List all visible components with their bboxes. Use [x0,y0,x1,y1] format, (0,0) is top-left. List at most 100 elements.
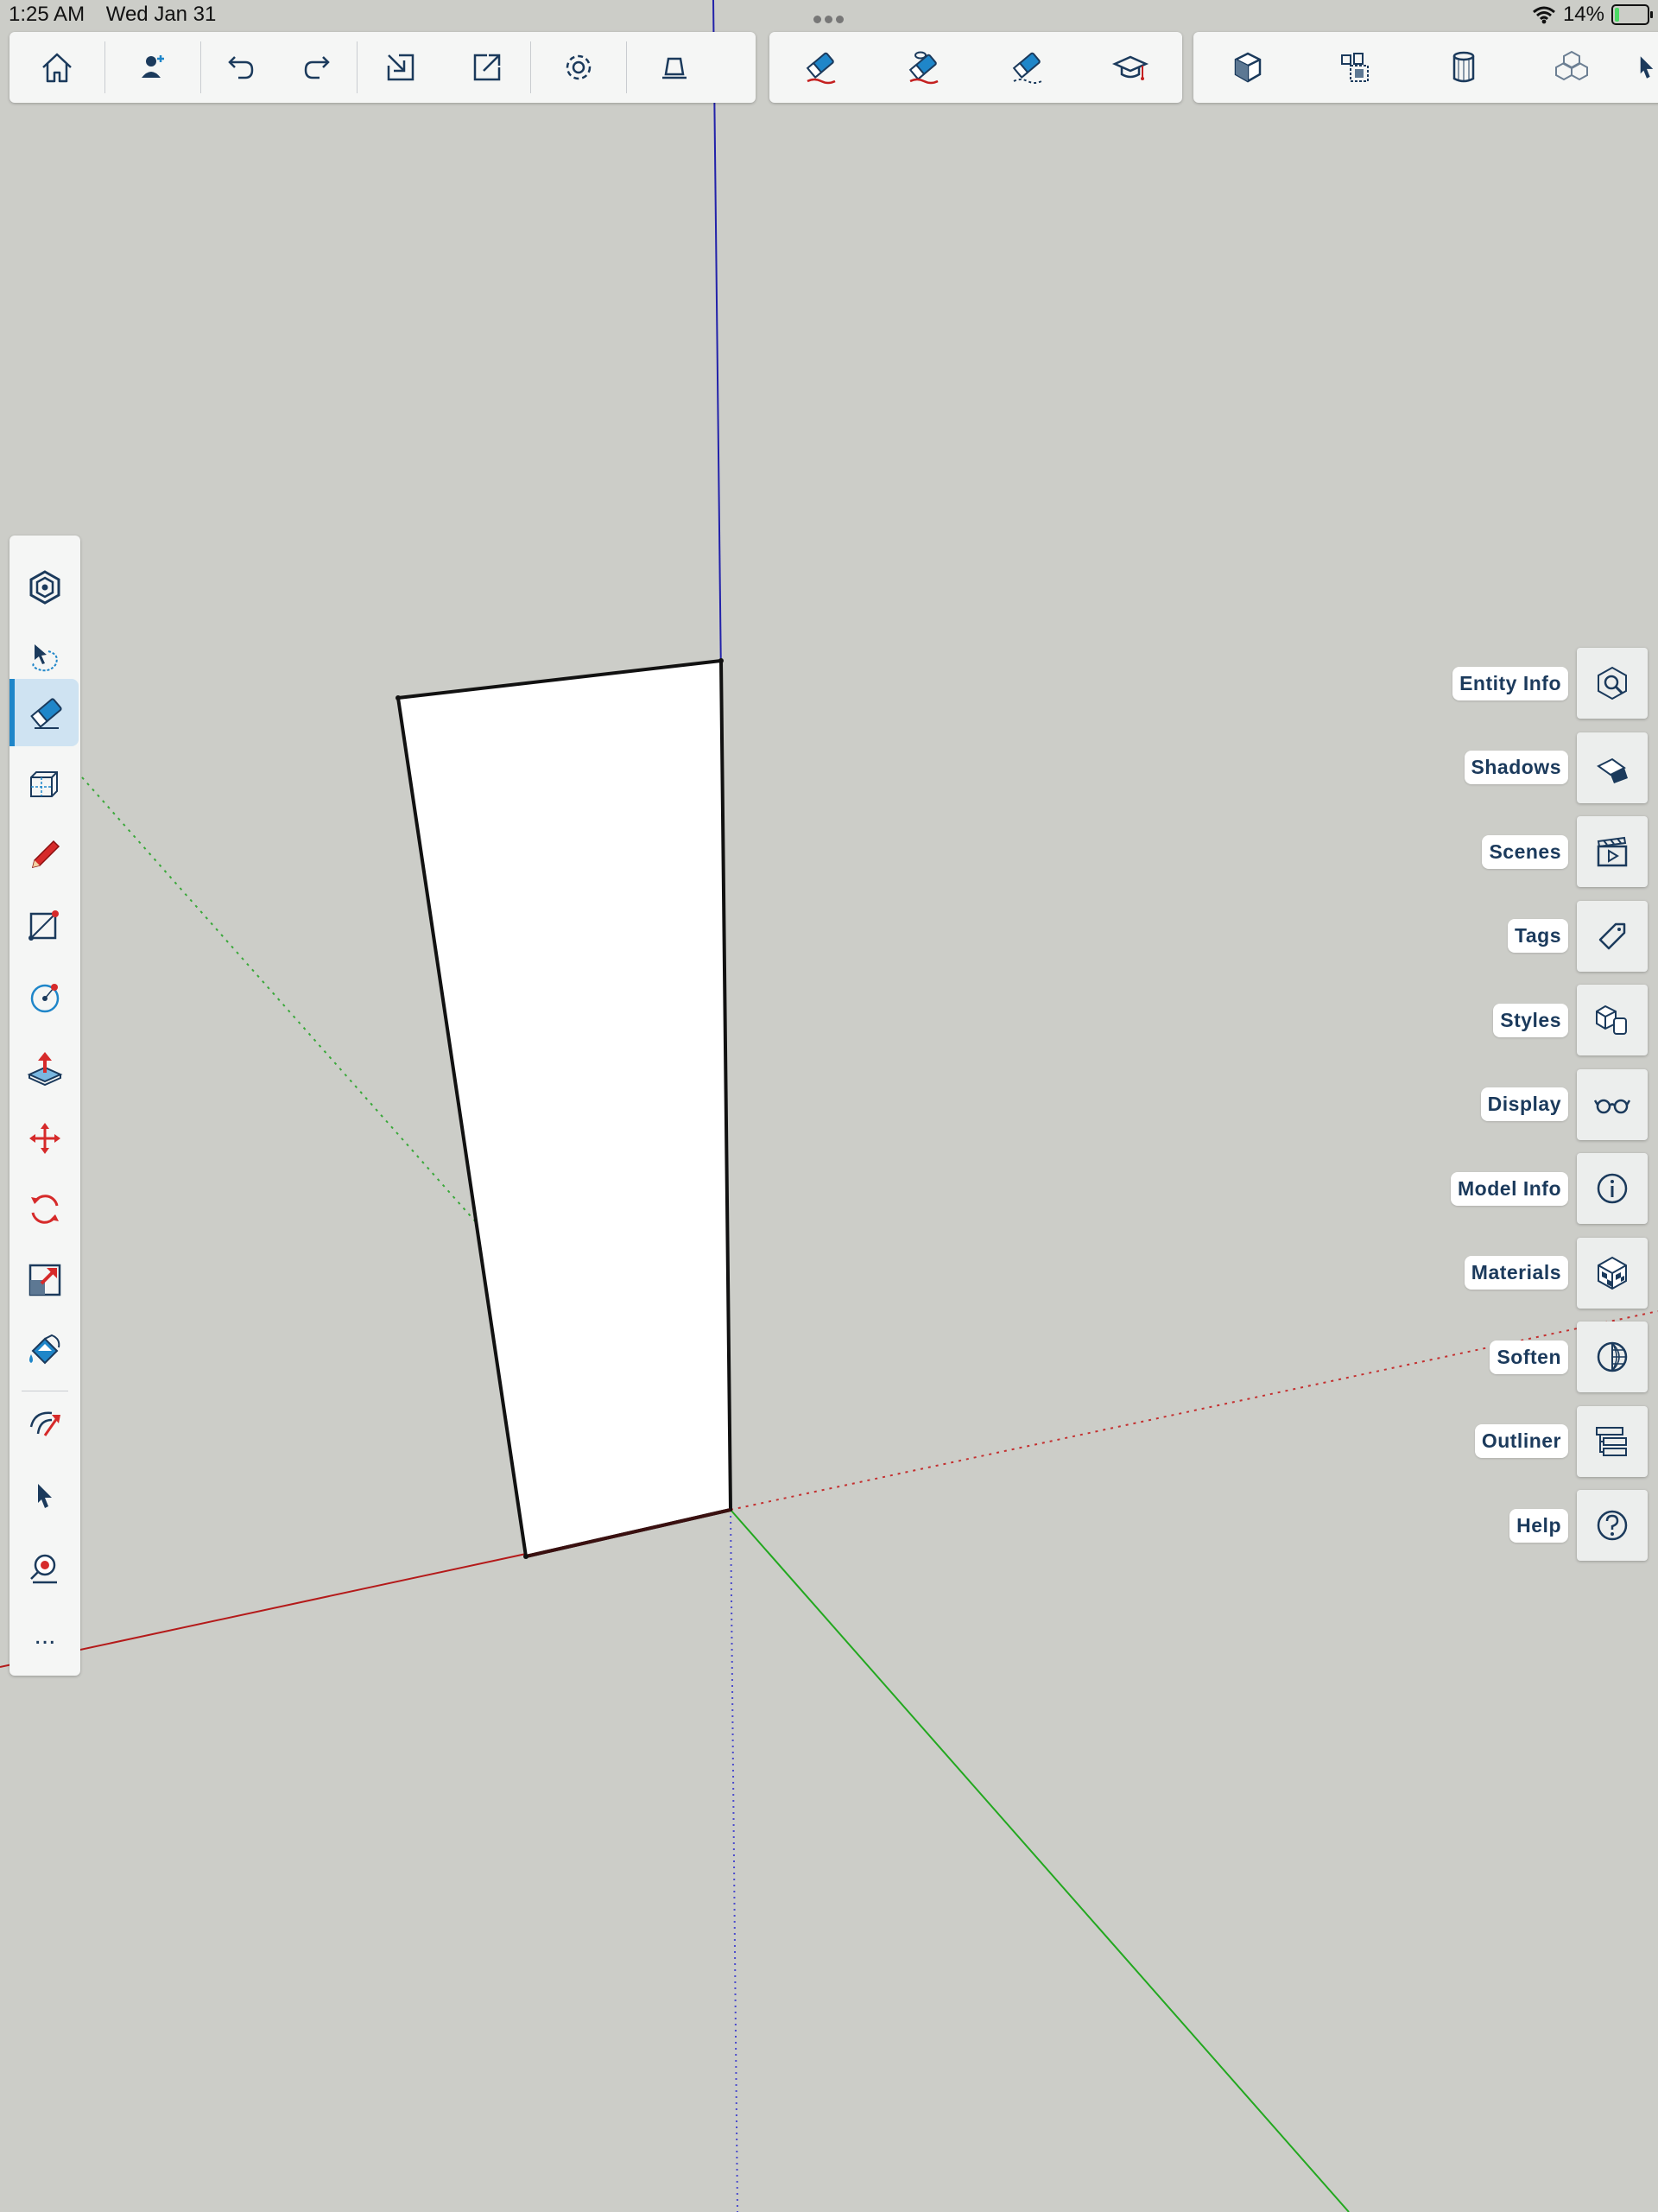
top-toolbar-eraser-tools [769,32,1182,103]
display-icon [1593,1099,1631,1113]
panel-label-scenes[interactable]: Scenes [1482,834,1568,869]
export-button[interactable] [444,32,530,103]
panel-button-model-info[interactable] [1577,1153,1648,1224]
panel-label-styles[interactable]: Styles [1493,1003,1568,1037]
view-button[interactable] [627,32,722,103]
panel-button-shadows[interactable] [1577,732,1648,803]
soften-icon [1597,1341,1628,1372]
panel-button-display[interactable] [1577,1068,1648,1140]
multitasking-dots-icon[interactable] [812,12,845,28]
section-plane-button[interactable] [9,751,80,817]
home-button[interactable] [9,32,104,103]
paint-bucket-icon [29,1334,60,1365]
rotate-icon [31,1195,59,1224]
eraser-button[interactable] [9,679,79,746]
more-tools-button[interactable] [1630,32,1658,103]
scenes-icon [1597,836,1628,867]
panel-label-shadows[interactable]: Shadows [1464,751,1568,784]
panel-label-tags[interactable]: Tags [1508,919,1568,953]
circle-button[interactable] [9,964,80,1030]
panel-shadows[interactable]: Shadows [1464,732,1648,803]
push-pull-icon [27,1052,63,1087]
panel-label-materials[interactable]: Materials [1464,1256,1568,1290]
entity-info-icon [1598,666,1627,700]
learn-button[interactable] [1087,32,1174,103]
graduation-cap-icon [1112,55,1149,80]
panel-display[interactable]: Display [1480,1068,1648,1140]
eraser-tool-button[interactable] [778,32,864,103]
view-icon [662,57,687,79]
paint-bucket-button[interactable] [9,1318,80,1384]
components-icon [1340,53,1369,82]
select-button[interactable] [9,1463,80,1529]
pencil-icon [31,840,60,869]
cylinder-button[interactable] [1414,32,1513,103]
push-pull-button[interactable] [9,1035,80,1100]
import-icon [387,54,414,81]
components-button[interactable] [1306,32,1405,103]
undo-icon [228,56,254,79]
battery-icon [1611,4,1653,25]
redo-button[interactable] [279,32,357,103]
panel-help[interactable]: Help [1509,1490,1648,1561]
cylinder-icon [1452,51,1474,83]
box-button[interactable] [1198,32,1297,103]
redo-icon [304,56,330,79]
vertex [523,1554,528,1559]
panel-button-scenes[interactable] [1577,816,1648,887]
panel-button-tags[interactable] [1577,900,1648,972]
panel-label-outliner[interactable]: Outliner [1474,1424,1568,1458]
panel-label-entity-info[interactable]: Entity Info [1452,666,1568,700]
add-user-button[interactable] [105,32,200,103]
cubes-button[interactable] [1522,32,1621,103]
rotate-button[interactable] [9,1176,80,1242]
shadows-icon [1597,757,1628,783]
panel-button-styles[interactable] [1577,985,1648,1055]
top-toolbar-main [9,32,756,103]
follow-me-button[interactable] [9,1392,80,1458]
panel-label-model-info[interactable]: Model Info [1451,1171,1568,1206]
panel-soften[interactable]: Soften [1490,1321,1648,1392]
cubes-icon [1554,50,1588,81]
panel-label-help[interactable]: Help [1509,1508,1568,1543]
panel-button-help[interactable] [1577,1490,1648,1561]
soften-eraser-button[interactable] [984,32,1071,103]
panel-scenes[interactable]: Scenes [1482,816,1648,887]
panel-materials[interactable]: Materials [1464,1237,1648,1309]
rectangle-button[interactable] [9,893,80,959]
tape-measure-button[interactable] [9,1534,80,1600]
green-axis [730,1509,1350,2212]
status-bar: 1:25 AM Wed Jan 31 14% [0,0,1658,31]
hide-eraser-button[interactable] [881,32,967,103]
panel-button-materials[interactable] [1577,1237,1648,1309]
panel-button-soften[interactable] [1577,1321,1648,1392]
model-viewport[interactable] [0,0,1658,2212]
import-button[interactable] [358,32,444,103]
status-right: 14% [1532,3,1653,27]
panel-model-info[interactable]: Model Info [1451,1153,1648,1224]
move-button[interactable] [9,1106,80,1171]
export-icon [473,54,501,81]
panel-button-entity-info[interactable] [1577,648,1648,719]
select-arrow-icon [38,1484,52,1508]
scale-icon [28,1264,61,1296]
panel-label-display[interactable]: Display [1480,1087,1568,1121]
orbit-button[interactable] [9,555,80,620]
settings-button[interactable] [531,32,626,103]
pencil-button[interactable] [9,822,80,888]
more-tools-ellipsis[interactable]: ... [9,1603,80,1669]
panel-styles[interactable]: Styles [1493,985,1648,1055]
scale-button[interactable] [9,1247,80,1313]
materials-icon [1598,1256,1627,1290]
panel-outliner[interactable]: Outliner [1474,1405,1648,1477]
rectangle-face[interactable] [396,659,732,1558]
panel-entity-info[interactable]: Entity Info [1452,648,1648,719]
outliner-icon [1596,1426,1627,1456]
status-time: 1:25 AM [9,3,85,26]
vertex [396,695,401,700]
panel-button-outliner[interactable] [1577,1405,1648,1477]
panel-label-soften[interactable]: Soften [1490,1340,1568,1374]
undo-button[interactable] [201,32,279,103]
panel-tags[interactable]: Tags [1508,900,1648,972]
top-toolbar-objects [1193,32,1658,103]
